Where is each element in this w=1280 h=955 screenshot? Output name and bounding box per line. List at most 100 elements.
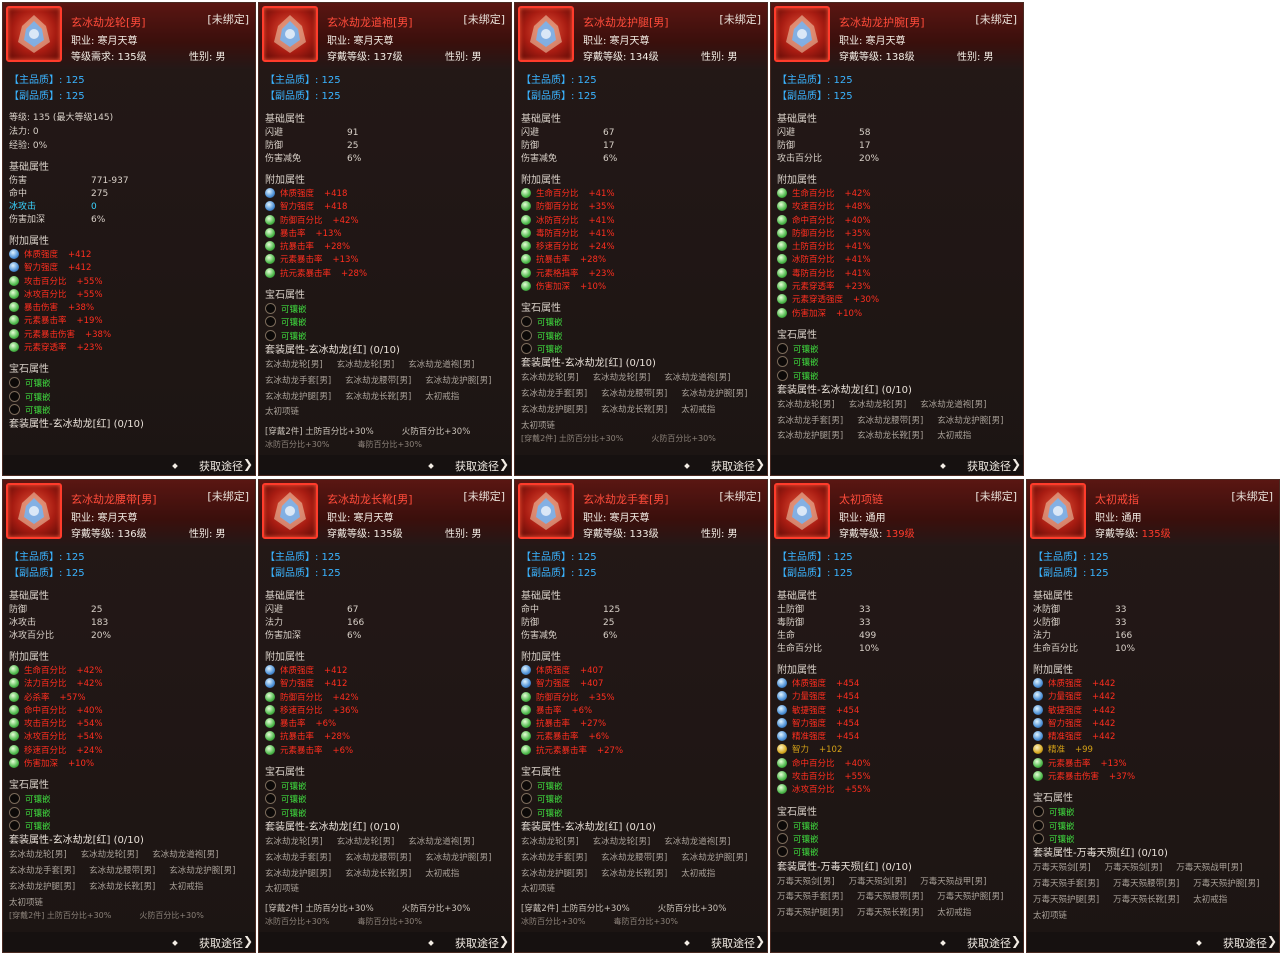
gem-slot-label: 可镶嵌 xyxy=(537,344,563,355)
item-name: 玄冰劫龙道袍[男] xyxy=(327,16,413,29)
attribute-value: 33 xyxy=(1115,605,1127,615)
chevron-right-icon[interactable]: ❯ xyxy=(755,934,765,948)
gem-slot[interactable]: 可镶嵌 xyxy=(9,793,251,806)
attribute-gem-icon xyxy=(1033,717,1043,728)
get-source-button[interactable]: 获取途径 xyxy=(455,458,499,474)
gem-slot[interactable]: 可镶嵌 xyxy=(9,819,251,833)
attribute-value: +418 xyxy=(324,189,348,199)
sub-quality: 【副品质】: 125 xyxy=(777,91,853,102)
attribute-name: 元素暴击伤害 xyxy=(24,329,76,340)
get-source-button[interactable]: 获取途径 xyxy=(711,935,755,951)
additional-attribute-row: 精准强度 +442 xyxy=(1033,731,1275,744)
gem-slot[interactable]: 可镶嵌 xyxy=(521,793,763,806)
additional-attribute-row: 精准强度 +454 xyxy=(777,731,1019,744)
gem-slot[interactable]: 可镶嵌 xyxy=(777,846,1019,859)
get-source-button[interactable]: 获取途径 xyxy=(199,935,243,951)
basic-attributes-title: 基础属性 xyxy=(9,591,49,602)
gem-slot[interactable]: 可镶嵌 xyxy=(1033,819,1275,833)
get-source-button[interactable]: 获取途径 xyxy=(967,935,1011,951)
attribute-gem-icon xyxy=(521,744,531,755)
gem-slot[interactable]: 可镶嵌 xyxy=(1033,806,1275,819)
gem-slot[interactable]: 可镶嵌 xyxy=(9,390,251,404)
dragon-leggings-icon[interactable] xyxy=(518,6,574,62)
attribute-name: 抗暴击率 xyxy=(536,719,571,730)
additional-attributes-title: 附加属性 xyxy=(777,175,817,186)
chevron-right-icon[interactable]: ❯ xyxy=(499,934,509,948)
attribute-name: 抗暴击率 xyxy=(536,255,571,266)
dragon-bracer-icon[interactable] xyxy=(774,6,830,62)
attribute-value: +27% xyxy=(580,719,607,730)
gem-slot[interactable]: 可镶嵌 xyxy=(265,806,507,820)
dragon-belt-icon[interactable] xyxy=(6,483,62,539)
gem-slot[interactable]: 可镶嵌 xyxy=(777,356,1019,369)
chevron-right-icon[interactable]: ❯ xyxy=(1011,457,1021,471)
item-name: 玄冰劫龙护腕[男] xyxy=(839,16,925,29)
additional-attribute-row: 体质强度 +412 xyxy=(265,665,507,678)
attribute-value: 6% xyxy=(91,215,106,225)
basic-attribute-row: 土防御 33 xyxy=(777,604,1019,617)
attribute-name: 防御 xyxy=(9,605,28,615)
gender-requirement: 性别: 男 xyxy=(445,52,482,63)
attribute-value: +27% xyxy=(597,745,624,756)
gem-slot[interactable]: 可镶嵌 xyxy=(777,369,1019,383)
gem-slot[interactable]: 可镶嵌 xyxy=(521,342,763,356)
chevron-right-icon[interactable]: ❯ xyxy=(243,934,253,948)
chevron-right-icon[interactable]: ❯ xyxy=(1011,934,1021,948)
attribute-name: 攻击百分比 xyxy=(777,154,823,164)
gem-slot[interactable]: 可镶嵌 xyxy=(265,329,507,343)
get-source-button[interactable]: 获取途径 xyxy=(711,458,755,474)
gem-slot[interactable]: 可镶嵌 xyxy=(777,832,1019,846)
gem-slot[interactable]: 可镶嵌 xyxy=(265,793,507,806)
attribute-value: +40% xyxy=(76,705,103,716)
unbound-tag: [未绑定] xyxy=(463,490,505,503)
attribute-value: 6% xyxy=(603,631,618,641)
attribute-name: 命中百分比 xyxy=(792,215,835,226)
attribute-name: 元素穿透强度 xyxy=(792,295,844,306)
additional-attribute-row: 移速百分比 +24% xyxy=(521,241,763,254)
set-piece: 玄冰劫龙长靴[男] xyxy=(601,404,668,415)
gem-slot[interactable]: 可镶嵌 xyxy=(1033,832,1275,846)
attribute-gem-icon xyxy=(777,254,787,265)
attribute-gem-icon xyxy=(265,704,275,715)
chevron-right-icon[interactable]: ❯ xyxy=(243,457,253,471)
ring-icon[interactable] xyxy=(1030,483,1086,539)
attribute-name: 生命百分比 xyxy=(24,666,67,676)
attribute-gem-icon xyxy=(1033,691,1043,702)
chevron-right-icon[interactable]: ❯ xyxy=(755,457,765,471)
necklace-icon[interactable] xyxy=(774,483,830,539)
gem-slot[interactable]: 可镶嵌 xyxy=(521,316,763,329)
attribute-value: +454 xyxy=(836,705,860,716)
gem-slot-label: 可镶嵌 xyxy=(281,318,307,329)
level-requirement: 穿戴等级: 138级 xyxy=(839,52,915,63)
get-source-button[interactable]: 获取途径 xyxy=(1223,935,1267,951)
additional-attribute-row: 防御百分比 +42% xyxy=(265,691,507,705)
chevron-right-icon[interactable]: ❯ xyxy=(499,457,509,471)
gem-slot[interactable]: 可镶嵌 xyxy=(265,780,507,793)
gem-slot[interactable]: 可镶嵌 xyxy=(9,806,251,820)
gem-slot[interactable]: 可镶嵌 xyxy=(521,780,763,793)
get-source-button[interactable]: 获取途径 xyxy=(967,458,1011,474)
get-source-button[interactable]: 获取途径 xyxy=(199,458,243,474)
set-piece: 玄冰劫龙长靴[男] xyxy=(601,868,668,879)
main-quality: 【主品质】: 125 xyxy=(521,75,597,86)
get-source-button[interactable]: 获取途径 xyxy=(455,935,499,951)
gem-slot[interactable]: 可镶嵌 xyxy=(265,303,507,316)
set-piece: 玄冰劫龙道袍[男] xyxy=(408,359,475,370)
gem-slot[interactable]: 可镶嵌 xyxy=(265,316,507,329)
gem-slot[interactable]: 可镶嵌 xyxy=(9,377,251,390)
dragon-gloves-icon[interactable] xyxy=(518,483,574,539)
gem-slot[interactable]: 可镶嵌 xyxy=(521,806,763,820)
gem-slot[interactable]: 可镶嵌 xyxy=(9,403,251,417)
info-row: 等级: 135 (最大等级145) xyxy=(9,113,114,123)
gem-slot[interactable]: 可镶嵌 xyxy=(777,819,1019,833)
gem-slot[interactable]: 可镶嵌 xyxy=(521,329,763,343)
dragon-robe-icon[interactable] xyxy=(262,6,318,62)
attribute-name: 闪避 xyxy=(265,128,284,138)
attribute-gem-icon xyxy=(521,704,531,715)
dragon-wheel-icon[interactable] xyxy=(6,6,62,62)
gem-slot[interactable]: 可镶嵌 xyxy=(777,342,1019,356)
basic-attribute-row: 冰防御 33 xyxy=(1033,604,1275,617)
chevron-right-icon[interactable]: ❯ xyxy=(1267,934,1277,948)
dragon-boots-icon[interactable] xyxy=(262,483,318,539)
additional-attribute-row: 暴击率 +6% xyxy=(521,704,763,718)
